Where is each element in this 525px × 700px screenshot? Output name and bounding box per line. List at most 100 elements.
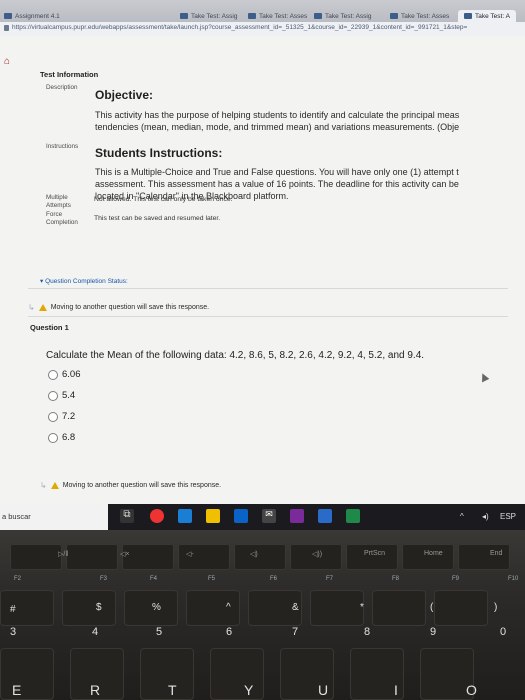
app-icon[interactable] (318, 509, 332, 523)
radio-button[interactable] (48, 411, 58, 422)
warning-icon (38, 303, 47, 311)
key-label: F8 (392, 576, 400, 582)
tab-label: Take Test: Assig (325, 12, 372, 20)
file-explorer-icon[interactable] (206, 509, 220, 523)
objective-text-line: This activity has the purpose of helping… (95, 110, 460, 120)
key-label: 0 (500, 626, 507, 638)
home-icon[interactable]: ⌂ (4, 56, 10, 67)
browser-tab[interactable]: Take Test: Asses (248, 10, 307, 22)
outlook-icon[interactable] (234, 509, 248, 523)
answer-option-label[interactable]: 7.2 (62, 411, 75, 422)
radio-button[interactable] (48, 390, 58, 401)
chevron-up-icon[interactable]: ^ (460, 512, 464, 521)
answer-option[interactable]: 7.2 (48, 411, 75, 422)
windows-taskbar: a buscar ⧉ ✉ ^ ◂) ESP (0, 504, 525, 530)
answer-option[interactable]: 6.8 (48, 432, 75, 443)
divider (28, 316, 508, 317)
save-warning: ↳ Moving to another question will save t… (28, 302, 209, 312)
label-part: Multiple (46, 194, 68, 201)
browser-tab[interactable]: Take Test: Asses (390, 10, 449, 22)
key-label: F4 (150, 576, 158, 582)
volume-icon[interactable]: ◂) (482, 512, 489, 521)
objective-text-line: tendencies (mean, median, mode, and trim… (95, 122, 460, 132)
answer-option[interactable]: 6.06 (48, 369, 81, 380)
tab-label: Take Test: Asses (401, 12, 450, 20)
address-bar[interactable]: https://virtualcampus.pupr.edu/webapps/a… (0, 22, 525, 37)
tab-label: Take Test: A (475, 12, 510, 20)
keyboard-key (402, 544, 454, 570)
key-label: F3 (100, 576, 108, 582)
label-part: Attempts (46, 202, 71, 209)
browser-tab[interactable]: Take Test: Assig (314, 10, 372, 22)
key-label: # (10, 604, 16, 615)
browser-tab[interactable]: Take Test: Assig (180, 10, 238, 22)
taskbar-search-box[interactable]: a buscar (0, 504, 108, 530)
multiple-attempts-value: Not allowed. This test can only be taken… (94, 196, 233, 203)
keyboard-key (186, 590, 240, 626)
key-label: F2 (14, 576, 22, 582)
tab-label: Take Test: Assig (191, 12, 238, 20)
question-completion-status-toggle[interactable]: ▾ Question Completion Status: (40, 277, 128, 285)
keyboard-key (234, 544, 286, 570)
keyboard-key (10, 544, 62, 570)
question-prompt: Calculate the Mean of the following data… (46, 350, 425, 361)
language-indicator[interactable]: ESP (500, 512, 516, 521)
completion-status-label: Question Completion Status: (45, 278, 128, 285)
url-text[interactable]: https://virtualcampus.pupr.edu/webapps/a… (12, 24, 467, 31)
force-completion-value: This test can be saved and resumed later… (94, 215, 221, 222)
key-label: ( (430, 602, 434, 613)
keyboard-key (0, 590, 54, 626)
keyboard-key (310, 590, 364, 626)
chrome-icon[interactable] (150, 509, 164, 523)
search-placeholder: a buscar (2, 512, 31, 521)
key-label: Y (244, 682, 254, 698)
keyboard-key (434, 590, 488, 626)
key-label: * (360, 602, 364, 613)
key-label: E (12, 682, 22, 698)
instructions-heading: Students Instructions: (95, 146, 223, 160)
mail-icon[interactable]: ✉ (262, 509, 276, 523)
tab-favicon-icon (390, 13, 398, 19)
onenote-icon[interactable] (290, 509, 304, 523)
objective-heading: Objective: (95, 88, 154, 102)
keyboard-key (346, 544, 398, 570)
browser-tab-active[interactable]: Take Test: A (458, 10, 516, 22)
key-label: ◁)) (312, 551, 323, 558)
key-label: PrtScn (364, 550, 386, 557)
answer-option-label[interactable]: 6.8 (62, 432, 75, 443)
answer-option-label[interactable]: 6.06 (62, 369, 81, 380)
laptop-keyboard: F2 ▷/ǁ F3 ◁× F4 ◁- F5 ◁) F6 ◁)) F7 PrtSc… (0, 530, 525, 700)
instructions-text-line: assessment. This assessment has a value … (95, 179, 459, 189)
key-label: R (90, 682, 101, 698)
key-label: & (292, 602, 299, 613)
save-warning-text: Moving to another question will save thi… (62, 481, 222, 489)
keyboard-key (0, 648, 54, 700)
keyboard-key (372, 590, 426, 626)
test-information-title: Test Information (40, 70, 99, 79)
key-label: 4 (92, 626, 99, 638)
tab-label: Assignment 4.1 (15, 12, 60, 20)
edge-icon[interactable] (178, 509, 192, 523)
task-view-icon[interactable]: ⧉ (120, 509, 134, 523)
save-warning: ↳ Moving to another question will save t… (40, 480, 221, 490)
force-completion-label: Force Completion (46, 211, 78, 227)
keyboard-key (62, 590, 116, 626)
keyboard-key (124, 590, 178, 626)
instructions-label: Instructions (46, 143, 79, 150)
arrow-icon: ↳ (40, 480, 47, 490)
key-label: F6 (270, 576, 278, 582)
answer-option-label[interactable]: 5.4 (62, 390, 75, 401)
app-icon[interactable] (346, 509, 360, 523)
key-label: ◁) (250, 551, 258, 558)
radio-button[interactable] (48, 432, 58, 443)
key-label: U (318, 682, 329, 698)
key-label: End (490, 550, 503, 557)
multiple-attempts-label: Multiple Attempts (46, 194, 71, 210)
key-label: Home (424, 550, 443, 557)
key-label: ◁× (120, 551, 130, 558)
answer-option[interactable]: 5.4 (48, 390, 75, 401)
key-label: 6 (226, 626, 233, 638)
key-label: F7 (326, 576, 334, 582)
radio-button[interactable] (48, 369, 58, 380)
browser-tab[interactable]: Assignment 4.1 (4, 10, 60, 22)
